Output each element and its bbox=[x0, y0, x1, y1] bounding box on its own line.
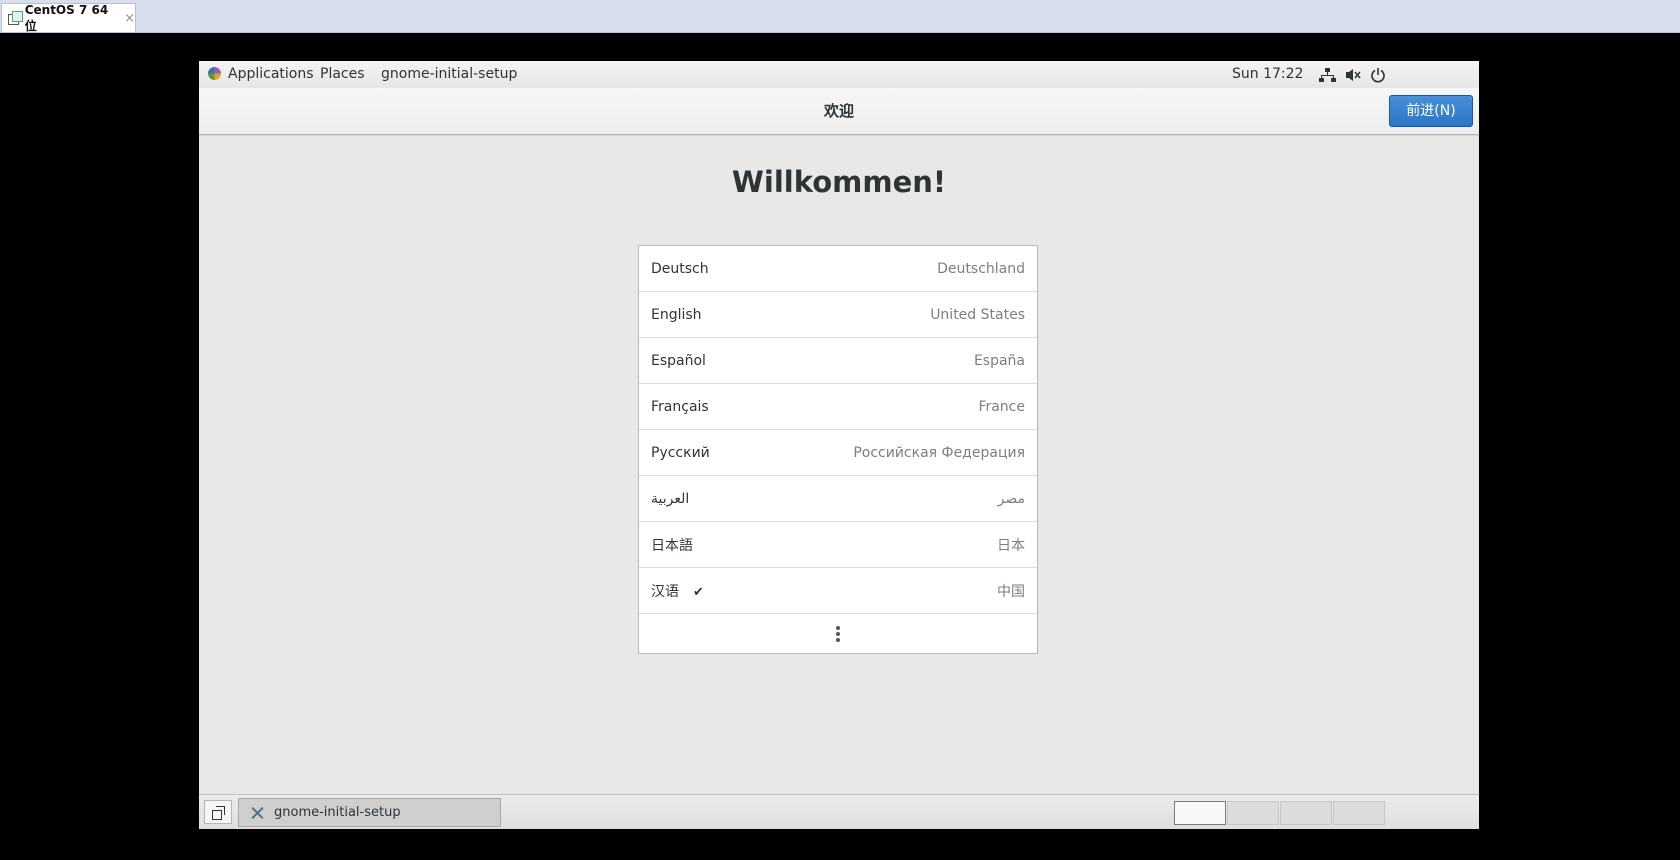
language-region: España bbox=[973, 352, 1025, 369]
workspace-1[interactable] bbox=[1174, 801, 1226, 825]
workspace-2[interactable] bbox=[1227, 801, 1279, 825]
language-region: مصر bbox=[997, 490, 1025, 507]
volume-muted-icon[interactable] bbox=[1345, 67, 1361, 83]
workspace-4[interactable] bbox=[1333, 801, 1385, 825]
taskbar-window-label: gnome-initial-setup bbox=[274, 805, 401, 820]
language-name-group: Español bbox=[651, 353, 706, 369]
show-desktop-button[interactable] bbox=[204, 800, 232, 824]
language-name: 汉语 bbox=[651, 583, 679, 600]
language-row[interactable]: English United States bbox=[639, 292, 1037, 338]
vm-icon bbox=[8, 11, 23, 25]
language-row[interactable]: العربية مصر bbox=[639, 476, 1037, 522]
page-title: 欢迎 bbox=[823, 102, 854, 120]
language-name: العربية bbox=[651, 490, 690, 507]
clock[interactable]: Sun 17:22 bbox=[1232, 61, 1303, 88]
language-name-group: Русский bbox=[651, 445, 710, 461]
close-icon[interactable]: × bbox=[124, 11, 135, 26]
language-row[interactable]: Español España bbox=[639, 338, 1037, 384]
bottom-panel: gnome-initial-setup bbox=[199, 794, 1479, 829]
language-row[interactable]: Français France bbox=[639, 384, 1037, 430]
taskbar-window-button[interactable]: gnome-initial-setup bbox=[238, 798, 501, 827]
more-icon bbox=[836, 626, 840, 644]
language-name: Français bbox=[651, 398, 709, 415]
more-languages-button[interactable] bbox=[639, 614, 1037, 653]
language-name-group: Deutsch bbox=[651, 261, 709, 277]
language-name-group: 汉语 ✔ bbox=[651, 581, 704, 601]
network-icon[interactable] bbox=[1319, 67, 1336, 83]
language-row[interactable]: 日本語 日本 bbox=[639, 522, 1037, 568]
language-region: France bbox=[978, 398, 1025, 415]
host-vm-tab-title: CentOS 7 64 位 bbox=[24, 2, 109, 33]
language-list: Deutsch Deutschland English United States Es… bbox=[638, 245, 1038, 654]
language-region: Deutschland bbox=[937, 260, 1025, 277]
welcome-heading: Willkommen! bbox=[731, 165, 947, 199]
places-menu[interactable]: Places bbox=[320, 61, 365, 88]
language-row[interactable]: Русский Российская Федерация bbox=[639, 430, 1037, 476]
language-name-group: English bbox=[651, 307, 702, 323]
checkmark-icon: ✔ bbox=[693, 584, 704, 600]
language-name: Русский bbox=[651, 444, 710, 461]
power-icon[interactable] bbox=[1370, 67, 1386, 83]
language-region: Российская Федерация bbox=[853, 444, 1025, 461]
language-name: English bbox=[651, 306, 702, 323]
tools-icon bbox=[248, 804, 266, 822]
language-name: Español bbox=[651, 352, 706, 369]
language-name: Deutsch bbox=[651, 260, 709, 277]
header-bar: 欢迎 前进(N) bbox=[199, 88, 1479, 135]
language-name-group: 日本語 bbox=[651, 535, 693, 555]
language-row[interactable]: 汉语 ✔ 中国 bbox=[639, 568, 1037, 614]
language-name-group: Français bbox=[651, 399, 709, 415]
language-region: 日本 bbox=[997, 537, 1025, 554]
app-menu[interactable]: gnome-initial-setup bbox=[381, 61, 517, 88]
host-tab-strip: CentOS 7 64 位 × bbox=[0, 0, 1680, 33]
guest-screen: Applications Places gnome-initial-setup … bbox=[199, 61, 1479, 829]
language-row[interactable]: Deutsch Deutschland bbox=[639, 246, 1037, 292]
workspace-3[interactable] bbox=[1280, 801, 1332, 825]
top-panel: Applications Places gnome-initial-setup … bbox=[199, 61, 1479, 89]
language-region: 中国 bbox=[997, 583, 1025, 600]
language-name: 日本語 bbox=[651, 537, 693, 554]
applications-label: Applications bbox=[228, 66, 314, 82]
host-vm-tab[interactable]: CentOS 7 64 位 × bbox=[1, 2, 136, 33]
language-name-group: العربية bbox=[651, 491, 689, 507]
next-button[interactable]: 前进(N) bbox=[1389, 95, 1473, 127]
language-region: United States bbox=[930, 306, 1025, 323]
gnome-apps-icon bbox=[208, 67, 221, 80]
applications-menu[interactable]: Applications bbox=[208, 61, 314, 88]
